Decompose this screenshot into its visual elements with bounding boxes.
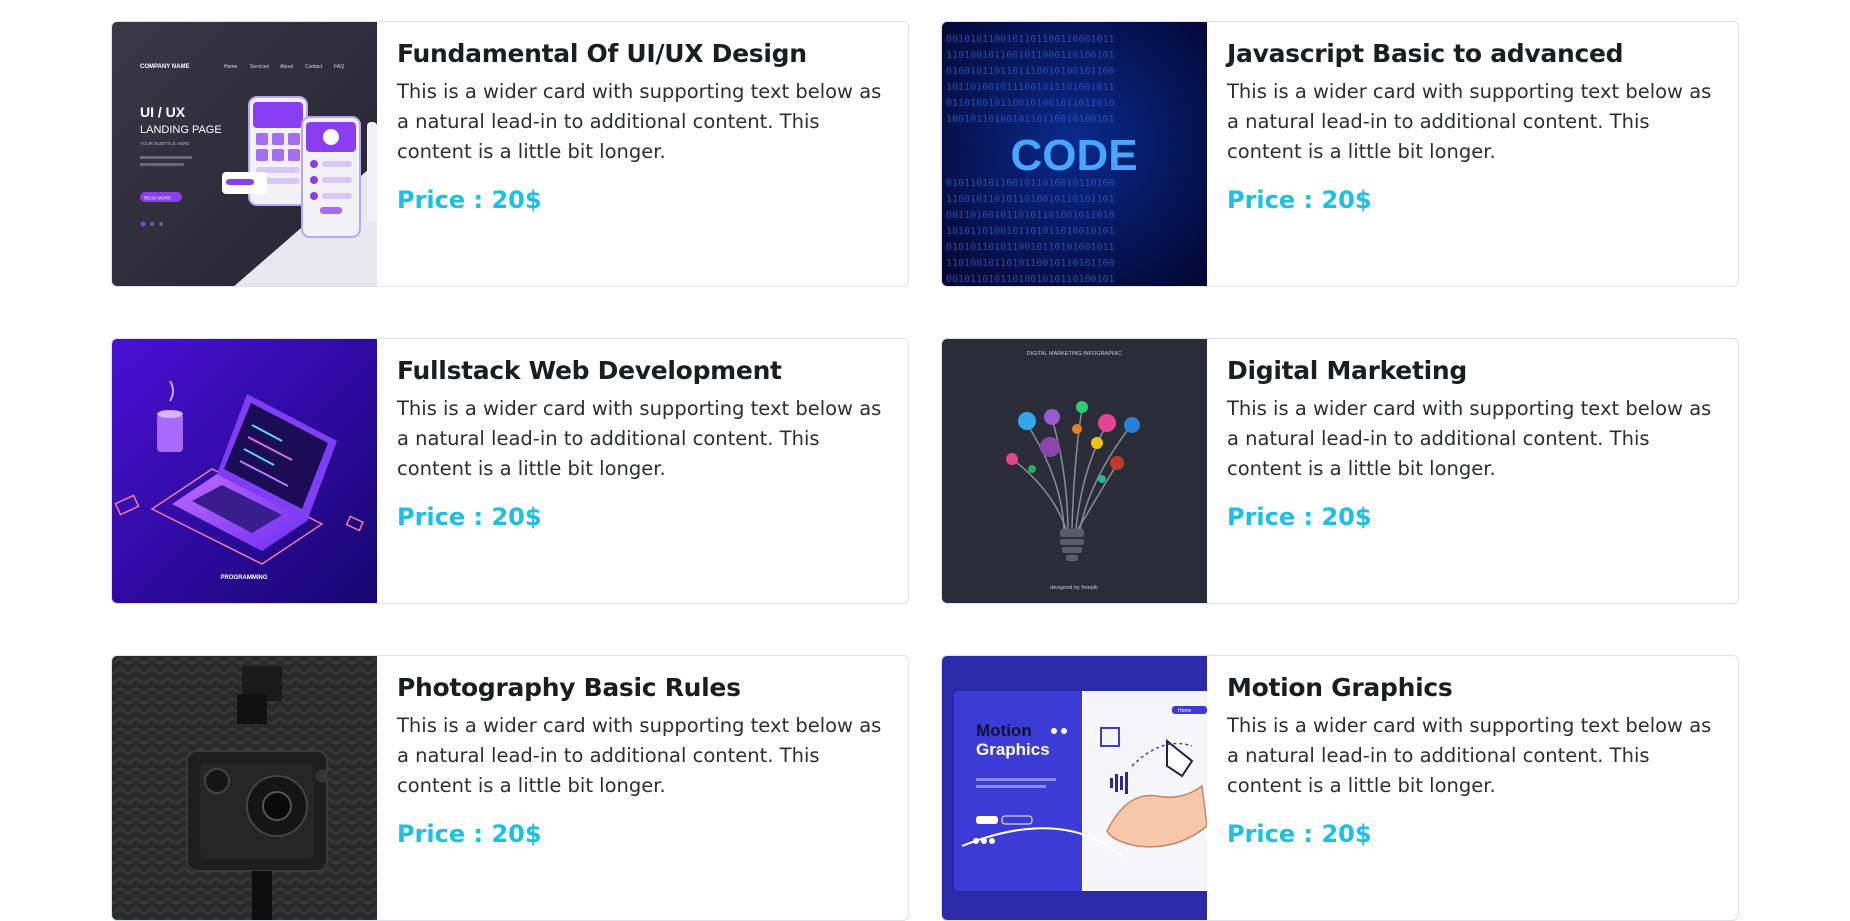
svg-text:Contact: Contact [305,64,323,70]
isometric-laptop-illustration: PROGRAMMING [112,339,377,603]
svg-text:0011010010110101101001011010: 0011010010110101101001011010 [946,210,1115,221]
course-title[interactable]: Fullstack Web Development [397,356,888,386]
svg-text:Home: Home [224,64,238,70]
course-card[interactable]: Photography Basic Rules This is a wider … [111,655,909,921]
svg-text:1100101101011010010110101101: 1100101101011010010110101101 [946,194,1115,205]
svg-text:Motion: Motion [976,721,1032,740]
course-description: This is a wider card with supporting tex… [397,714,882,797]
course-description: This is a wider card with supporting tex… [1227,80,1712,163]
course-description: This is a wider card with supporting tex… [1227,397,1712,480]
svg-text:0010110101101001010110100101: 0010110101101001010110100101 [946,274,1115,285]
svg-text:CODE: CODE [1010,131,1137,180]
course-title[interactable]: Motion Graphics [1227,673,1718,703]
card-body: Photography Basic Rules This is a wider … [377,656,908,920]
svg-text:1011010010111001011101001011: 1011010010111001011101001011 [946,82,1115,93]
card-body: Digital Marketing This is a wider card w… [1207,339,1738,603]
course-price: Price : 20$ [397,503,542,531]
course-price: Price : 20$ [397,820,542,848]
ui-ux-landing-page-illustration: COMPANY NAME Home Services About Contact… [112,22,377,286]
course-title[interactable]: Photography Basic Rules [397,673,888,703]
card-body: Motion Graphics This is a wider card wit… [1207,656,1738,920]
course-price: Price : 20$ [397,186,542,214]
motion-graphics-hand-pen-illustration: Home Motion Graphics [942,656,1207,920]
svg-text:1010110100101101011010010101: 1010110100101101011010010101 [946,226,1115,237]
svg-text:1101001011001011000110100101: 1101001011001011000110100101 [946,50,1115,61]
course-price: Price : 20$ [1227,186,1372,214]
course-description: This is a wider card with supporting tex… [397,80,882,163]
card-body: Fundamental Of UI/UX Design This is a wi… [377,22,908,286]
course-image-digital-marketing[interactable]: DIGITAL MARKETING INFOGRAPHIC designed b… [942,339,1207,603]
svg-text:About: About [280,64,294,70]
course-card-grid: COMPANY NAME Home Services About Contact… [111,21,1739,921]
card-body: Fullstack Web Development This is a wide… [377,339,908,603]
svg-text:0010101100101101100110001011: 0010101100101101100110001011 [946,34,1115,45]
svg-text:Services: Services [250,64,270,70]
svg-text:designed by freepik: designed by freepik [1050,585,1098,591]
course-image-motion-graphics[interactable]: Home Motion Graphics [942,656,1207,920]
course-card[interactable]: DIGITAL MARKETING INFOGRAPHIC designed b… [941,338,1739,604]
course-image-javascript[interactable]: 0010101100101101100110001011 11010010110… [942,22,1207,286]
svg-text:1101001011010110010110101100: 1101001011010110010110101100 [946,258,1115,269]
svg-text:UI / UX: UI / UX [140,104,186,120]
course-image-photography[interactable] [112,656,377,920]
course-image-ui-ux[interactable]: COMPANY NAME Home Services About Contact… [112,22,377,286]
course-card[interactable]: Home Motion Graphics Motion Graphics Thi… [941,655,1739,921]
svg-text:YOUR SUBTITLE HERE: YOUR SUBTITLE HERE [140,141,190,146]
svg-text:0100101101101110010100101100: 0100101101101110010100101100 [946,66,1115,77]
marketing-lightbulb-infographic: DIGITAL MARKETING INFOGRAPHIC designed b… [942,339,1207,603]
svg-text:1001011010010110110010100101: 1001011010010110110010100101 [946,114,1115,125]
course-description: This is a wider card with supporting tex… [397,397,882,480]
course-card[interactable]: COMPANY NAME Home Services About Contact… [111,21,909,287]
svg-text:DIGITAL MARKETING INFOGRAPHIC: DIGITAL MARKETING INFOGRAPHIC [1027,351,1122,357]
svg-text:Home: Home [1178,708,1192,714]
course-title[interactable]: Fundamental Of UI/UX Design [397,39,888,69]
vintage-camera-photo [112,656,377,920]
svg-text:PROGRAMMING: PROGRAMMING [221,575,268,581]
svg-text:READ MORE: READ MORE [144,196,171,201]
svg-text:0110100101100101001011011010: 0110100101100101001011011010 [946,98,1115,109]
course-image-fullstack[interactable]: PROGRAMMING [112,339,377,603]
course-title[interactable]: Javascript Basic to advanced [1227,39,1718,69]
course-description: This is a wider card with supporting tex… [1227,714,1712,797]
course-price: Price : 20$ [1227,503,1372,531]
course-card[interactable]: PROGRAMMING Fullstack Web Development Th… [111,338,909,604]
svg-text:0101011010110010110101001011: 0101011010110010110101001011 [946,242,1115,253]
svg-text:COMPANY NAME: COMPANY NAME [140,64,189,70]
svg-text:LANDING PAGE: LANDING PAGE [140,124,222,136]
card-body: Javascript Basic to advanced This is a w… [1207,22,1738,286]
binary-code-illustration: 0010101100101101100110001011 11010010110… [942,22,1207,286]
svg-text:FAQ: FAQ [334,64,344,70]
course-price: Price : 20$ [1227,820,1372,848]
course-title[interactable]: Digital Marketing [1227,356,1718,386]
svg-text:Graphics: Graphics [976,740,1050,759]
course-card[interactable]: 0010101100101101100110001011 11010010110… [941,21,1739,287]
